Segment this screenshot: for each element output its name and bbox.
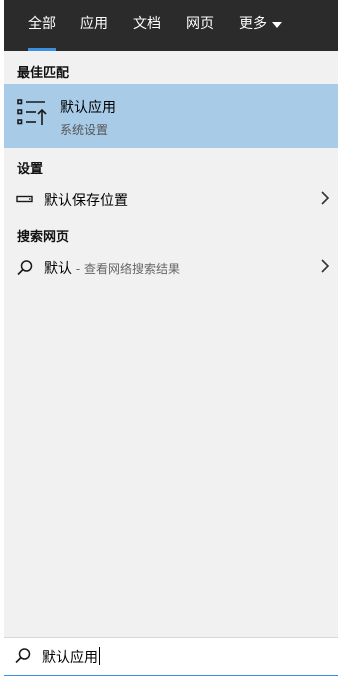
best-match-result[interactable]: 默认应用 系统设置 bbox=[4, 84, 338, 148]
chevron-right-icon bbox=[320, 258, 330, 278]
best-match-title: 默认应用 bbox=[60, 100, 116, 116]
search-box[interactable]: 默认应用 bbox=[4, 637, 338, 677]
settings-item-label: 默认保存位置 bbox=[44, 193, 128, 209]
tab-apps[interactable]: 应用 bbox=[80, 0, 108, 51]
start-search-panel: 全部 应用 文档 网页 更多 最佳匹配 默认应用 系统设置 设置 默认保存位置 … bbox=[4, 0, 338, 682]
settings-item-default-save-locations[interactable]: 默认保存位置 bbox=[4, 184, 338, 214]
best-match-subtitle: 系统设置 bbox=[60, 123, 109, 137]
tab-apps-label: 应用 bbox=[80, 15, 108, 32]
web-search-hint: - 查看网络搜索结果 bbox=[72, 262, 180, 276]
tab-documents-label: 文档 bbox=[133, 15, 161, 32]
chevron-right-icon bbox=[320, 190, 330, 210]
search-icon bbox=[14, 647, 32, 669]
search-tab-bar: 全部 应用 文档 网页 更多 bbox=[4, 0, 338, 51]
default-apps-icon bbox=[17, 98, 47, 132]
text-caret bbox=[99, 647, 100, 665]
tab-web[interactable]: 网页 bbox=[186, 0, 214, 51]
storage-icon bbox=[16, 191, 34, 211]
search-input-value: 默认应用 bbox=[42, 650, 98, 666]
search-icon bbox=[16, 259, 34, 281]
tab-more[interactable]: 更多 bbox=[239, 0, 282, 51]
tab-documents[interactable]: 文档 bbox=[133, 0, 161, 51]
web-search-text: 默认 - 查看网络搜索结果 bbox=[44, 258, 180, 278]
tab-more-label: 更多 bbox=[239, 15, 267, 32]
chevron-down-icon bbox=[272, 21, 282, 28]
web-search-item[interactable]: 默认 - 查看网络搜索结果 bbox=[4, 252, 338, 282]
tab-all[interactable]: 全部 bbox=[28, 0, 56, 51]
search-input[interactable]: 默认应用 bbox=[42, 647, 100, 667]
settings-heading: 设置 bbox=[17, 162, 44, 177]
tab-all-label: 全部 bbox=[28, 15, 56, 32]
web-search-heading: 搜索网页 bbox=[17, 230, 70, 245]
tab-web-label: 网页 bbox=[186, 15, 214, 32]
best-match-heading: 最佳匹配 bbox=[17, 66, 70, 81]
bottom-strip bbox=[0, 676, 338, 682]
web-search-query: 默认 bbox=[44, 261, 72, 277]
